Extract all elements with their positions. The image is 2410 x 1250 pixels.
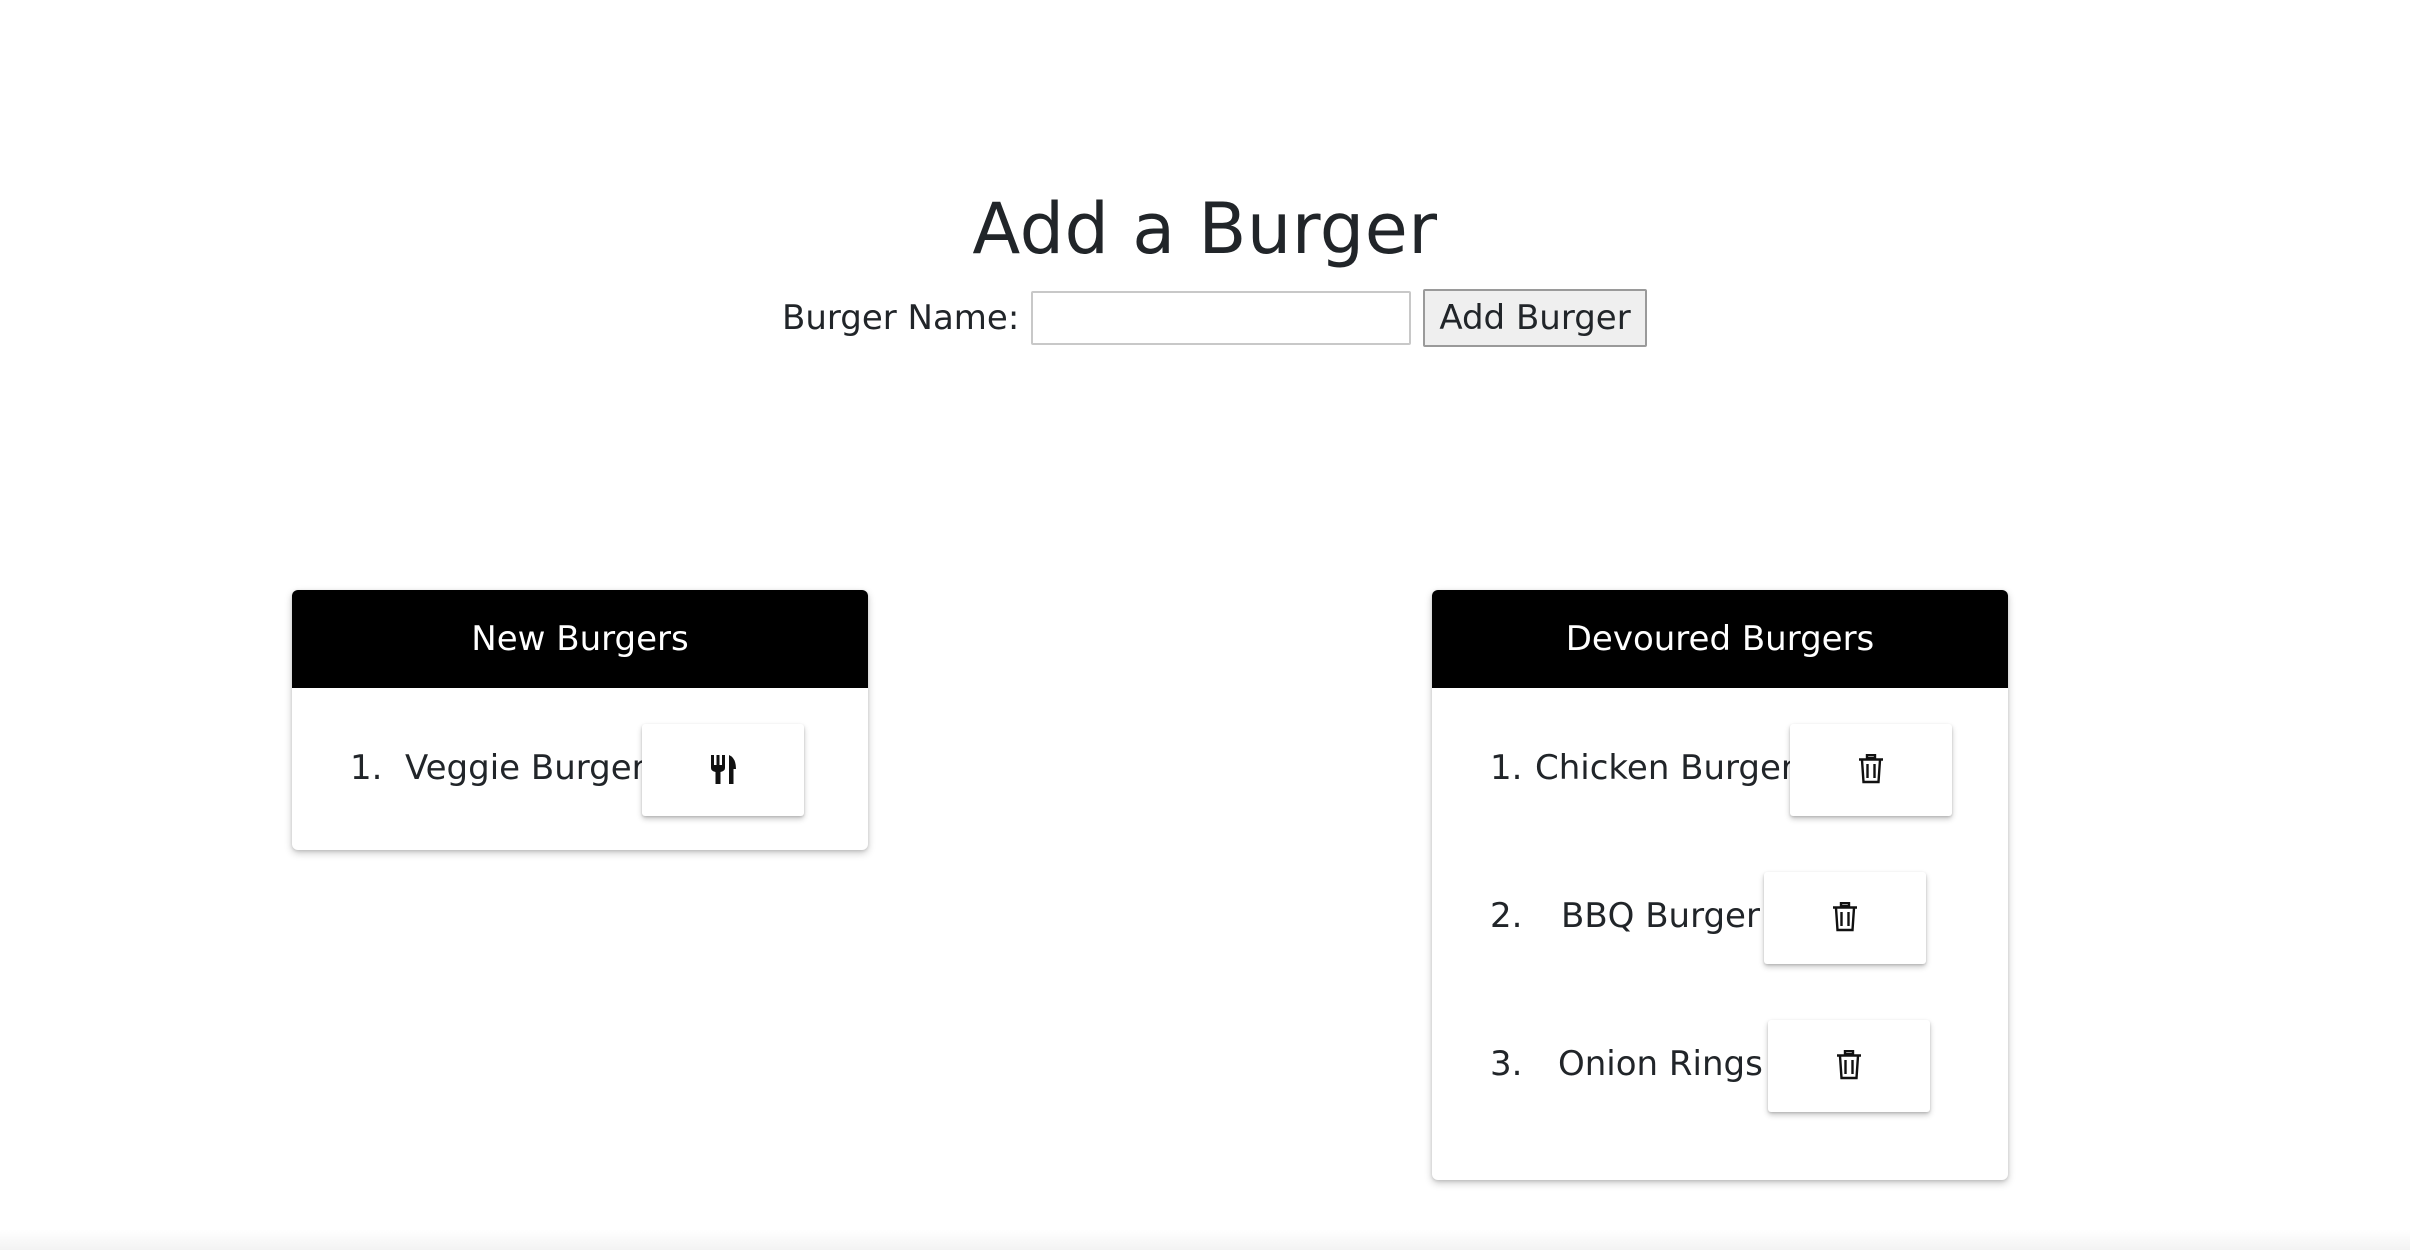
new-burgers-card: New Burgers 1. Veggie Burger (292, 590, 868, 850)
list-item-name: Onion Rings (1558, 1044, 1763, 1084)
add-burger-form: Burger Name: Add Burger (782, 288, 1647, 348)
delete-button[interactable] (1764, 872, 1926, 964)
delete-button[interactable] (1768, 1020, 1930, 1112)
list-item-name: BBQ Burger (1561, 896, 1760, 936)
page-title: Add a Burger (972, 188, 1438, 270)
fork-knife-icon (708, 753, 738, 788)
burger-name-label: Burger Name: (782, 298, 1020, 338)
list-item-number: 1. (1490, 748, 1523, 788)
devour-button[interactable] (642, 724, 804, 816)
trash-icon (1832, 901, 1858, 935)
list-item-name: Veggie Burger (405, 748, 646, 788)
delete-button[interactable] (1790, 724, 1952, 816)
trash-icon (1858, 753, 1884, 787)
list-item-name: Chicken Burger (1535, 748, 1795, 788)
burger-name-input[interactable] (1031, 291, 1412, 345)
devoured-burgers-card: Devoured Burgers 1. Chicken Burger 2. BB… (1432, 590, 2008, 1180)
bottom-edge (0, 1230, 2410, 1250)
trash-icon (1836, 1049, 1862, 1083)
list-item-number: 2. (1490, 896, 1523, 936)
add-burger-button[interactable]: Add Burger (1423, 289, 1647, 347)
list-item-number: 3. (1490, 1044, 1523, 1084)
devoured-burgers-header: Devoured Burgers (1432, 590, 2008, 688)
list-item-number: 1. (350, 748, 383, 788)
new-burgers-header: New Burgers (292, 590, 868, 688)
